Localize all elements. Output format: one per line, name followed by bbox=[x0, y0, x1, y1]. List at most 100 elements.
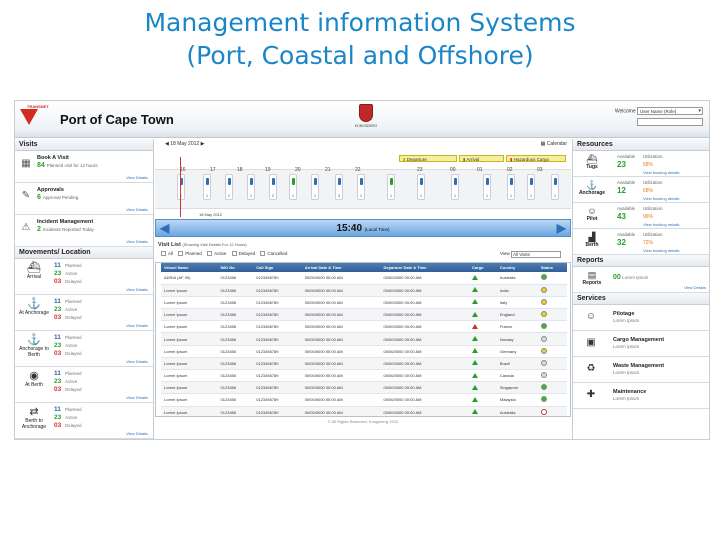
reports-row[interactable]: ▤ Reports 00 Lorem Ipsum View Details bbox=[573, 267, 709, 293]
table-row[interactable]: Lorem Ipsum 0123456 0123456789 00/00/000… bbox=[161, 320, 567, 334]
timeline-vessel-slot[interactable]: 2 bbox=[269, 174, 277, 200]
timeline-vessel-slot[interactable]: 1 bbox=[507, 174, 515, 200]
column-header[interactable]: Country bbox=[496, 263, 538, 272]
table-row[interactable]: Lorem Ipsum 0123456 0123456789 00/00/000… bbox=[161, 308, 567, 322]
timeline-vessel-slot[interactable]: 1 bbox=[311, 174, 319, 200]
movement-item[interactable]: ⚓ At Anchorage 11 Planned 23 Active 03 Delay… bbox=[15, 295, 153, 331]
movement-view-details[interactable]: View Details bbox=[126, 359, 148, 364]
visit-view-details[interactable]: View Details bbox=[126, 207, 148, 212]
resource-available: Available 23 bbox=[617, 154, 635, 169]
cell-imo: 0123456 bbox=[217, 406, 254, 416]
next-date-icon[interactable]: ▶ bbox=[201, 141, 205, 147]
service-item[interactable]: ✚ Maintenance Lorem Ipsum bbox=[573, 383, 709, 409]
timeline-vessel-slot[interactable]: 1 bbox=[451, 174, 459, 200]
table-row[interactable]: Lorem Ipsum 0123456 0123456789 00/00/000… bbox=[161, 332, 567, 346]
resource-item[interactable]: ☺ Pilot Available 43 Utilization 96% View b… bbox=[573, 203, 709, 229]
movement-view-details[interactable]: View Details bbox=[126, 431, 148, 436]
movement-view-details[interactable]: View Details bbox=[126, 323, 148, 328]
approvals-icon: ✎ bbox=[21, 190, 31, 201]
visit-item[interactable]: ⚠ Incident Management 2 Incidents Reporte… bbox=[15, 215, 153, 247]
timeline-vessel-slot[interactable]: 3 bbox=[335, 174, 343, 200]
filter-checkbox[interactable] bbox=[161, 251, 166, 257]
scroll-right-icon[interactable]: ▶ bbox=[557, 220, 566, 237]
calendar-button[interactable]: ▦ Calendar bbox=[541, 139, 567, 150]
timeline-vessel-slot[interactable]: 1 bbox=[177, 174, 185, 200]
table-row[interactable]: Lorem Ipsum 0123456 0123456789 00/00/000… bbox=[161, 357, 567, 371]
service-item[interactable]: ▣ Cargo Management Lorem Ipsum bbox=[573, 331, 709, 357]
timeline-vessel-slot[interactable]: 1 bbox=[417, 174, 425, 200]
cell-departure: 00/00/0000 00:00 AM bbox=[380, 357, 469, 371]
table-row[interactable]: Lorem Ipsum 0123456 0123456789 00/00/000… bbox=[161, 406, 567, 416]
service-item[interactable]: ☺ Pilotage Lorem Ipsum bbox=[573, 305, 709, 331]
table-row[interactable]: Lorem Ipsum 0123456 0123456789 00/00/000… bbox=[161, 296, 567, 310]
view-booking-details[interactable]: View booking details bbox=[643, 196, 679, 201]
table-row[interactable]: Lorem Ipsum 0123456 0123456789 00/00/000… bbox=[161, 345, 567, 358]
column-header[interactable]: Status bbox=[537, 263, 567, 272]
status-icon bbox=[540, 384, 547, 391]
filter-checkbox[interactable] bbox=[260, 251, 266, 257]
timeline-vessel-slot[interactable]: 2 bbox=[225, 174, 233, 200]
visit-item[interactable]: ▦ Book A Visit 84 Planned visit for 12 ho… bbox=[15, 151, 153, 183]
movement-item[interactable]: ⇄ Berth to Anchorage 11 Planned 23 Active 0… bbox=[15, 403, 153, 439]
cell-cargo bbox=[468, 308, 497, 322]
search-input[interactable] bbox=[637, 118, 703, 126]
timeline-vessel-slot[interactable]: 1 bbox=[357, 174, 365, 200]
timeline-vessel-slot[interactable]: 1 bbox=[247, 174, 255, 200]
filter-checkbox[interactable] bbox=[231, 251, 237, 257]
planned-stat: 11 Planned bbox=[54, 406, 82, 414]
view-booking-details[interactable]: View booking details bbox=[643, 248, 679, 253]
resource-item[interactable]: ⚓ Anchorage Available 12 Utilization 68% Vi… bbox=[573, 177, 709, 203]
timeline-vessel-slot[interactable]: 1 bbox=[483, 174, 491, 200]
prev-date-icon[interactable]: ◀ bbox=[165, 141, 169, 147]
user-role-select[interactable]: User Name (Role) bbox=[637, 107, 703, 115]
visit-view-details[interactable]: View Details bbox=[126, 175, 148, 180]
timeline-vessel-slot[interactable]: 1 bbox=[527, 174, 535, 200]
table-row[interactable]: ADRIA (AF 30) 0123456 0123456789 00/00/0… bbox=[161, 272, 567, 285]
movement-label: Anchorage to Berth bbox=[19, 346, 49, 358]
service-item[interactable]: ♻ Waste Management Lorem Ipsum bbox=[573, 357, 709, 383]
center-panel: ◀ 18 May 2012 ▶ ▦ Calendar ▮ Departure ▮… bbox=[155, 139, 571, 439]
view-booking-details[interactable]: View booking details bbox=[643, 170, 679, 175]
movement-view-details[interactable]: View Details bbox=[126, 287, 148, 292]
filter-checkbox[interactable] bbox=[178, 251, 184, 257]
timeline[interactable]: 1617181920212223000102031121211311111111 bbox=[155, 167, 571, 209]
movement-item[interactable]: ⛴ Arrival 11 Planned 23 Active 03 Delayed Vi… bbox=[15, 259, 153, 295]
active-label: Active bbox=[65, 379, 78, 384]
timeline-vessel-slot[interactable]: 1 bbox=[203, 174, 211, 200]
view-label: View bbox=[500, 251, 510, 257]
timeline-vessel-slot[interactable]: 1 bbox=[387, 174, 395, 200]
column-header[interactable]: IMO No. bbox=[217, 263, 254, 272]
column-header[interactable]: Vessel Name bbox=[161, 263, 218, 272]
movement-icon-block: ◉ At Berth bbox=[17, 370, 51, 388]
movement-item[interactable]: ◉ At Berth 11 Planned 23 Active 03 Delayed V… bbox=[15, 367, 153, 403]
cell-vessel: ADRIA (AF 30) bbox=[161, 272, 218, 285]
visit-view-details[interactable]: View Details bbox=[126, 239, 148, 244]
filter-checkbox[interactable] bbox=[207, 251, 213, 257]
view-select[interactable]: All Visits bbox=[511, 251, 561, 259]
view-booking-details[interactable]: View booking details bbox=[643, 222, 679, 227]
movement-view-details[interactable]: View Details bbox=[126, 395, 148, 400]
slot-count: 3 bbox=[337, 193, 341, 198]
cargo-icon bbox=[471, 384, 478, 390]
cell-vessel: Lorem Ipsum bbox=[161, 284, 218, 297]
table-row[interactable]: Lorem Ipsum 0123456 0123456789 00/00/000… bbox=[161, 381, 567, 395]
column-header[interactable]: Departure Date & Time bbox=[380, 263, 469, 272]
reports-view-details[interactable]: View Details bbox=[684, 285, 706, 290]
scroll-left-icon[interactable]: ◀ bbox=[160, 220, 169, 237]
slide-title-line1: Management information Systems bbox=[144, 8, 576, 37]
table-row[interactable]: Lorem Ipsum 0123456 0123456789 00/00/000… bbox=[161, 284, 567, 297]
movement-item[interactable]: ⚓ Anchorage to Berth 11 Planned 23 Active 0… bbox=[15, 331, 153, 367]
service-title: Waste Management bbox=[613, 363, 665, 369]
column-header[interactable]: Call Sign bbox=[253, 263, 302, 272]
table-row[interactable]: Lorem Ipsum 0123456 0123456789 00/00/000… bbox=[161, 393, 567, 407]
timeline-vessel-slot[interactable]: 1 bbox=[551, 174, 559, 200]
column-header[interactable]: Arrival Date & Time bbox=[301, 263, 381, 272]
resource-item[interactable]: ▟ Berth Available 32 Utilization 72% View b… bbox=[573, 229, 709, 255]
legend-arrival-label: Arrival bbox=[466, 157, 480, 162]
column-header[interactable]: Cargo bbox=[468, 263, 497, 272]
table-row[interactable]: Lorem Ipsum 0123456 0123456789 00/00/000… bbox=[161, 369, 567, 383]
resource-label: Pilot bbox=[586, 216, 598, 222]
timeline-vessel-slot[interactable]: 1 bbox=[289, 174, 297, 200]
resource-item[interactable]: ⛴ Tugs Available 23 Utilization 58% View bo… bbox=[573, 151, 709, 177]
visit-item[interactable]: ✎ Approvals 6 Approval Pending View Detai… bbox=[15, 183, 153, 215]
